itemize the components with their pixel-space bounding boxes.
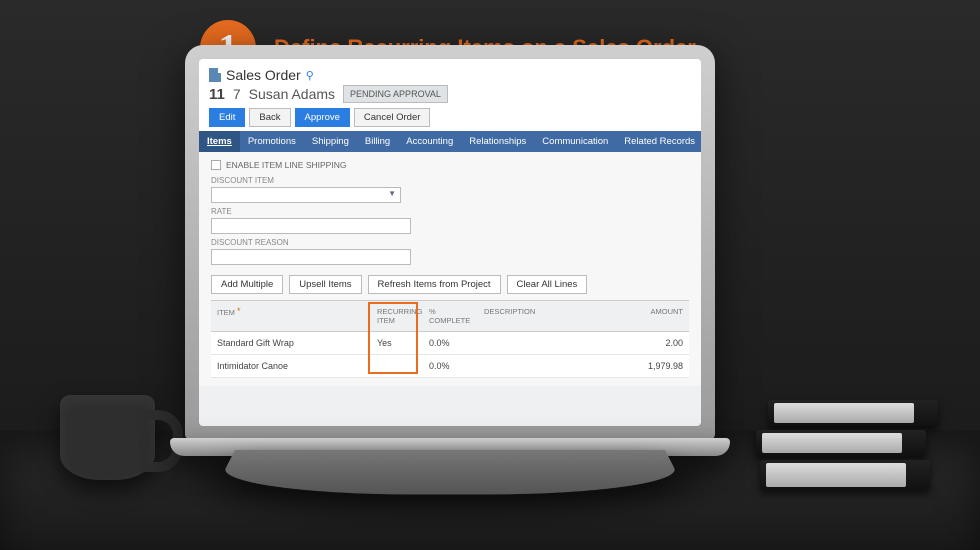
clear-all-lines-button[interactable]: Clear All Lines bbox=[507, 275, 588, 294]
tab-billing[interactable]: Billing bbox=[357, 131, 398, 152]
cell-recurring bbox=[371, 355, 423, 377]
col-pct-complete: % COMPLETE bbox=[423, 301, 478, 331]
rate-input[interactable] bbox=[211, 218, 411, 234]
cell-item: Intimidator Canoe bbox=[211, 355, 371, 377]
record-header: Sales Order ⚲ 11 7 Susan Adams PENDING A… bbox=[199, 59, 701, 131]
add-multiple-button[interactable]: Add Multiple bbox=[211, 275, 283, 294]
table-row[interactable]: Standard Gift Wrap Yes 0.0% 2.00 bbox=[211, 332, 689, 355]
subtab-bar: Items Promotions Shipping Billing Accoun… bbox=[199, 131, 701, 152]
table-row[interactable]: Intimidator Canoe 0.0% 1,979.98 bbox=[211, 355, 689, 378]
items-form: ENABLE ITEM LINE SHIPPING DISCOUNT ITEM … bbox=[199, 152, 701, 386]
document-icon bbox=[209, 68, 221, 82]
col-amount: AMOUNT bbox=[619, 301, 689, 331]
mug-prop bbox=[60, 395, 155, 480]
page-title: Sales Order bbox=[226, 67, 301, 83]
books-prop bbox=[760, 396, 930, 490]
customer-number: 7 bbox=[233, 86, 241, 102]
cell-amount: 1,979.98 bbox=[619, 355, 689, 377]
tab-accounting[interactable]: Accounting bbox=[398, 131, 461, 152]
tab-items[interactable]: Items bbox=[199, 131, 240, 152]
col-item: ITEM bbox=[217, 308, 235, 317]
col-recurring: RECURRING ITEM bbox=[371, 301, 423, 331]
tab-promotions[interactable]: Promotions bbox=[240, 131, 304, 152]
back-button[interactable]: Back bbox=[249, 108, 290, 127]
col-description: DESCRIPTION bbox=[478, 301, 619, 331]
laptop: Sales Order ⚲ 11 7 Susan Adams PENDING A… bbox=[170, 45, 730, 520]
edit-button[interactable]: Edit bbox=[209, 108, 245, 127]
tab-related-records[interactable]: Related Records bbox=[616, 131, 701, 152]
discount-item-select[interactable] bbox=[211, 187, 401, 203]
cancel-order-button[interactable]: Cancel Order bbox=[354, 108, 431, 127]
line-items-grid: ITEM * RECURRING ITEM % COMPLETE DESCRIP… bbox=[211, 300, 689, 378]
status-badge: PENDING APPROVAL bbox=[343, 85, 448, 103]
search-icon[interactable]: ⚲ bbox=[306, 69, 314, 82]
discount-reason-label: DISCOUNT REASON bbox=[211, 238, 689, 247]
tab-communication[interactable]: Communication bbox=[534, 131, 616, 152]
app-screen: Sales Order ⚲ 11 7 Susan Adams PENDING A… bbox=[199, 59, 701, 426]
cell-pct: 0.0% bbox=[423, 332, 478, 354]
upsell-items-button[interactable]: Upsell Items bbox=[289, 275, 361, 294]
grid-header: ITEM * RECURRING ITEM % COMPLETE DESCRIP… bbox=[211, 300, 689, 332]
cell-item: Standard Gift Wrap bbox=[211, 332, 371, 354]
cell-desc bbox=[478, 332, 619, 354]
cell-amount: 2.00 bbox=[619, 332, 689, 354]
tab-relationships[interactable]: Relationships bbox=[461, 131, 534, 152]
customer-name: Susan Adams bbox=[249, 86, 335, 102]
rate-label: RATE bbox=[211, 207, 689, 216]
discount-reason-input[interactable] bbox=[211, 249, 411, 265]
enable-line-shipping-checkbox[interactable] bbox=[211, 160, 221, 170]
cell-recurring: Yes bbox=[371, 332, 423, 354]
refresh-items-button[interactable]: Refresh Items from Project bbox=[368, 275, 501, 294]
tab-shipping[interactable]: Shipping bbox=[304, 131, 357, 152]
cell-desc bbox=[478, 355, 619, 377]
record-number: 11 bbox=[209, 86, 225, 103]
discount-item-label: DISCOUNT ITEM bbox=[211, 176, 689, 185]
enable-line-shipping-label: ENABLE ITEM LINE SHIPPING bbox=[226, 160, 346, 170]
cell-pct: 0.0% bbox=[423, 355, 478, 377]
approve-button[interactable]: Approve bbox=[295, 108, 350, 127]
